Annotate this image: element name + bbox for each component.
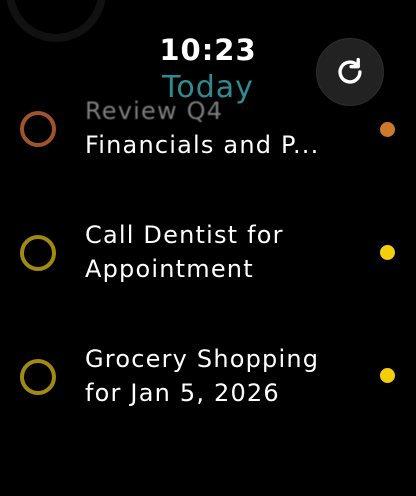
scrolled-progress-ring	[6, 0, 106, 42]
task-complete-checkbox[interactable]	[20, 359, 56, 395]
task-item[interactable]: Review Q4 Financials and P...	[0, 92, 416, 172]
refresh-icon	[338, 57, 362, 84]
task-complete-checkbox[interactable]	[20, 111, 56, 147]
priority-dot	[380, 122, 395, 137]
priority-dot	[380, 245, 395, 260]
task-item[interactable]: Call Dentist for Appointment	[0, 216, 416, 296]
task-title: Call Dentist for Appointment	[85, 221, 284, 283]
priority-dot	[380, 368, 395, 383]
task-complete-checkbox[interactable]	[20, 235, 56, 271]
task-title: Review Q4 Financials and P...	[85, 97, 320, 159]
scrolled-header-text	[110, 10, 117, 34]
task-title: Grocery Shopping for Jan 5, 2026	[85, 345, 320, 407]
task-item[interactable]: Grocery Shopping for Jan 5, 2026	[0, 340, 416, 420]
